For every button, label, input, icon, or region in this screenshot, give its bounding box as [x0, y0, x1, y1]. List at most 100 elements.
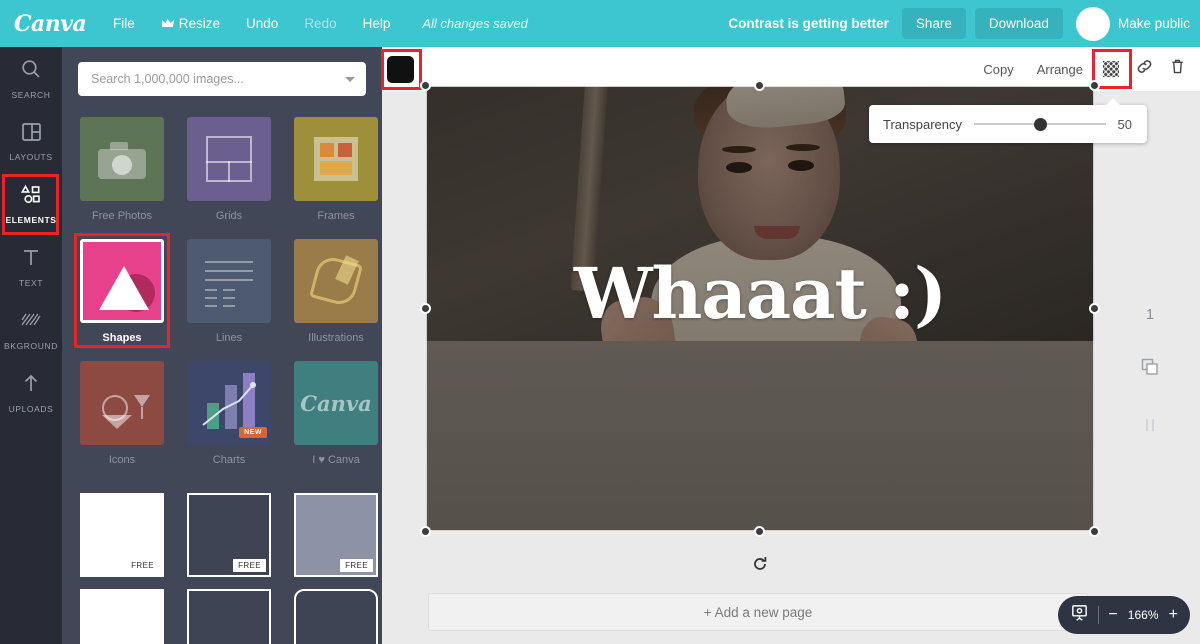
save-status: All changes saved	[422, 16, 528, 31]
category-tile-grids[interactable]	[187, 117, 271, 201]
resize-handle-bottom-left[interactable]	[420, 526, 431, 537]
free-badge: FREE	[126, 559, 159, 572]
menu-item-resize[interactable]: Resize	[148, 10, 233, 38]
shape-result-item[interactable]: FREE	[80, 493, 164, 577]
resize-handle-bottom-right[interactable]	[1089, 526, 1100, 537]
resize-handle-middle-left[interactable]	[420, 302, 431, 314]
zoom-out-button[interactable]: −	[1108, 607, 1117, 623]
duplicate-page-icon	[1141, 358, 1158, 375]
page-controls-column: 1	[1100, 91, 1200, 644]
make-public-label: Make public	[1117, 16, 1190, 31]
canva-logo[interactable]: Canva	[14, 11, 87, 37]
free-badge: FREE	[340, 559, 373, 572]
menu-item-resize-label: Resize	[178, 15, 221, 31]
category-label-i-love-canva: I ♥ Canva	[312, 454, 360, 466]
tile-cell-grids: Grids	[187, 117, 271, 239]
menu-item-redo[interactable]: Redo	[291, 10, 349, 37]
sidebar-item-text[interactable]: TEXT	[0, 236, 62, 299]
layouts-icon	[21, 121, 42, 147]
copy-button[interactable]: Copy	[973, 56, 1023, 83]
resize-handle-top-left[interactable]	[420, 80, 431, 91]
canvas-stage: Copy Arrange Whaaat:) Transparency 50 1…	[381, 47, 1200, 644]
tile-cell-i-love-canva: Canva I ♥ Canva	[294, 361, 378, 483]
element-category-grid: Free Photos Grids Frames Shapes Lines Il…	[62, 96, 382, 483]
rotate-handle[interactable]	[751, 555, 769, 573]
category-tile-lines[interactable]	[187, 239, 271, 323]
canva-editor: Canva File Resize Undo Redo Help All cha…	[0, 0, 1200, 644]
download-button[interactable]: Download	[974, 8, 1063, 39]
duplicate-page-button[interactable]	[1140, 357, 1160, 382]
resize-handle-bottom-center[interactable]	[754, 526, 765, 537]
present-icon	[1072, 605, 1088, 621]
category-tile-frames[interactable]	[294, 117, 378, 201]
shape-result-item[interactable]	[294, 589, 378, 644]
category-tile-i-love-canva[interactable]: Canva	[294, 361, 378, 445]
sidebar-item-uploads-label: UPLOADS	[8, 404, 54, 414]
share-button[interactable]: Share	[901, 8, 966, 39]
crown-icon	[161, 17, 174, 32]
trash-icon	[1170, 58, 1185, 80]
zoom-controls: − 166% +	[1058, 596, 1190, 634]
shape-result-item[interactable]: FREE	[187, 493, 271, 577]
present-button[interactable]	[1070, 603, 1089, 627]
shape-results-grid: FREE FREE FREE	[62, 483, 382, 644]
sidebar-item-background-label: BKGROUND	[4, 340, 58, 351]
chevron-down-icon[interactable]	[345, 76, 355, 82]
shape-result-item[interactable]	[80, 589, 164, 644]
canvas-toolbar: Copy Arrange	[381, 47, 1200, 91]
free-badge: FREE	[233, 559, 266, 572]
shape-result-item[interactable]	[187, 589, 271, 644]
sidebar-item-elements-label: ELEMENTS	[5, 215, 57, 225]
sidebar-item-elements[interactable]: ELEMENTS	[0, 173, 62, 236]
make-public-control[interactable]: Make public	[1075, 6, 1190, 41]
resize-handle-middle-right[interactable]	[1089, 302, 1100, 314]
category-tile-shapes[interactable]	[80, 239, 164, 323]
category-tile-charts[interactable]: NEW	[187, 361, 271, 445]
contrast-note: Contrast is getting better	[728, 16, 889, 31]
main-menu: File Resize Undo Redo Help All changes s…	[100, 10, 541, 38]
resize-handle-top-right[interactable]	[1089, 80, 1100, 91]
transparency-popup-label: Transparency	[883, 116, 962, 132]
search-box[interactable]	[78, 62, 366, 96]
page-extra-button[interactable]	[1141, 416, 1159, 439]
category-tile-icons[interactable]	[80, 361, 164, 445]
menu-item-help[interactable]: Help	[350, 10, 404, 37]
text-icon	[21, 247, 41, 273]
transparency-slider[interactable]	[974, 115, 1106, 133]
add-new-page-button[interactable]: + Add a new page	[428, 593, 1088, 631]
category-label-shapes: Shapes	[102, 332, 142, 344]
tile-cell-shapes: Shapes	[74, 233, 170, 361]
sidebar-item-layouts[interactable]: LAYOUTS	[0, 110, 62, 173]
canvas-headline-text[interactable]: Whaaat :)	[426, 259, 1094, 329]
category-tile-illustrations[interactable]	[294, 239, 378, 323]
category-tile-free-photos[interactable]	[80, 117, 164, 201]
category-label-illustrations: Illustrations	[308, 332, 364, 344]
transparency-value: 50	[1117, 116, 1132, 132]
menu-item-undo[interactable]: Undo	[233, 10, 291, 37]
arrange-button[interactable]: Arrange	[1027, 56, 1093, 83]
shape-result-item[interactable]: FREE	[294, 493, 378, 577]
color-swatch-button[interactable]	[387, 55, 414, 83]
panel-search-wrap	[62, 47, 382, 96]
upload-icon	[21, 373, 41, 399]
sidebar-item-background[interactable]: BKGROUND	[0, 299, 62, 362]
selected-image-object[interactable]: Whaaat :)	[420, 80, 1100, 570]
sidebar-item-search-label: SEARCH	[11, 89, 51, 100]
sidebar-item-uploads[interactable]: UPLOADS	[0, 362, 62, 425]
search-icon	[20, 58, 42, 85]
transparency-button[interactable]	[1092, 49, 1132, 89]
elements-icon	[20, 184, 43, 210]
link-button[interactable]	[1129, 54, 1159, 84]
transparency-slider-thumb[interactable]	[1033, 118, 1047, 131]
make-public-toggle[interactable]	[1075, 6, 1110, 41]
delete-button[interactable]	[1162, 54, 1192, 84]
search-input[interactable]	[78, 72, 366, 86]
tile-cell-illustrations: Illustrations	[294, 239, 378, 361]
menu-item-file[interactable]: File	[100, 10, 148, 37]
background-icon	[20, 311, 42, 336]
sidebar-item-search[interactable]: SEARCH	[0, 47, 62, 110]
zoom-divider	[1098, 606, 1100, 624]
resize-handle-top-center[interactable]	[754, 80, 765, 91]
zoom-in-button[interactable]: +	[1169, 607, 1178, 623]
sidebar-item-text-label: TEXT	[18, 278, 44, 288]
